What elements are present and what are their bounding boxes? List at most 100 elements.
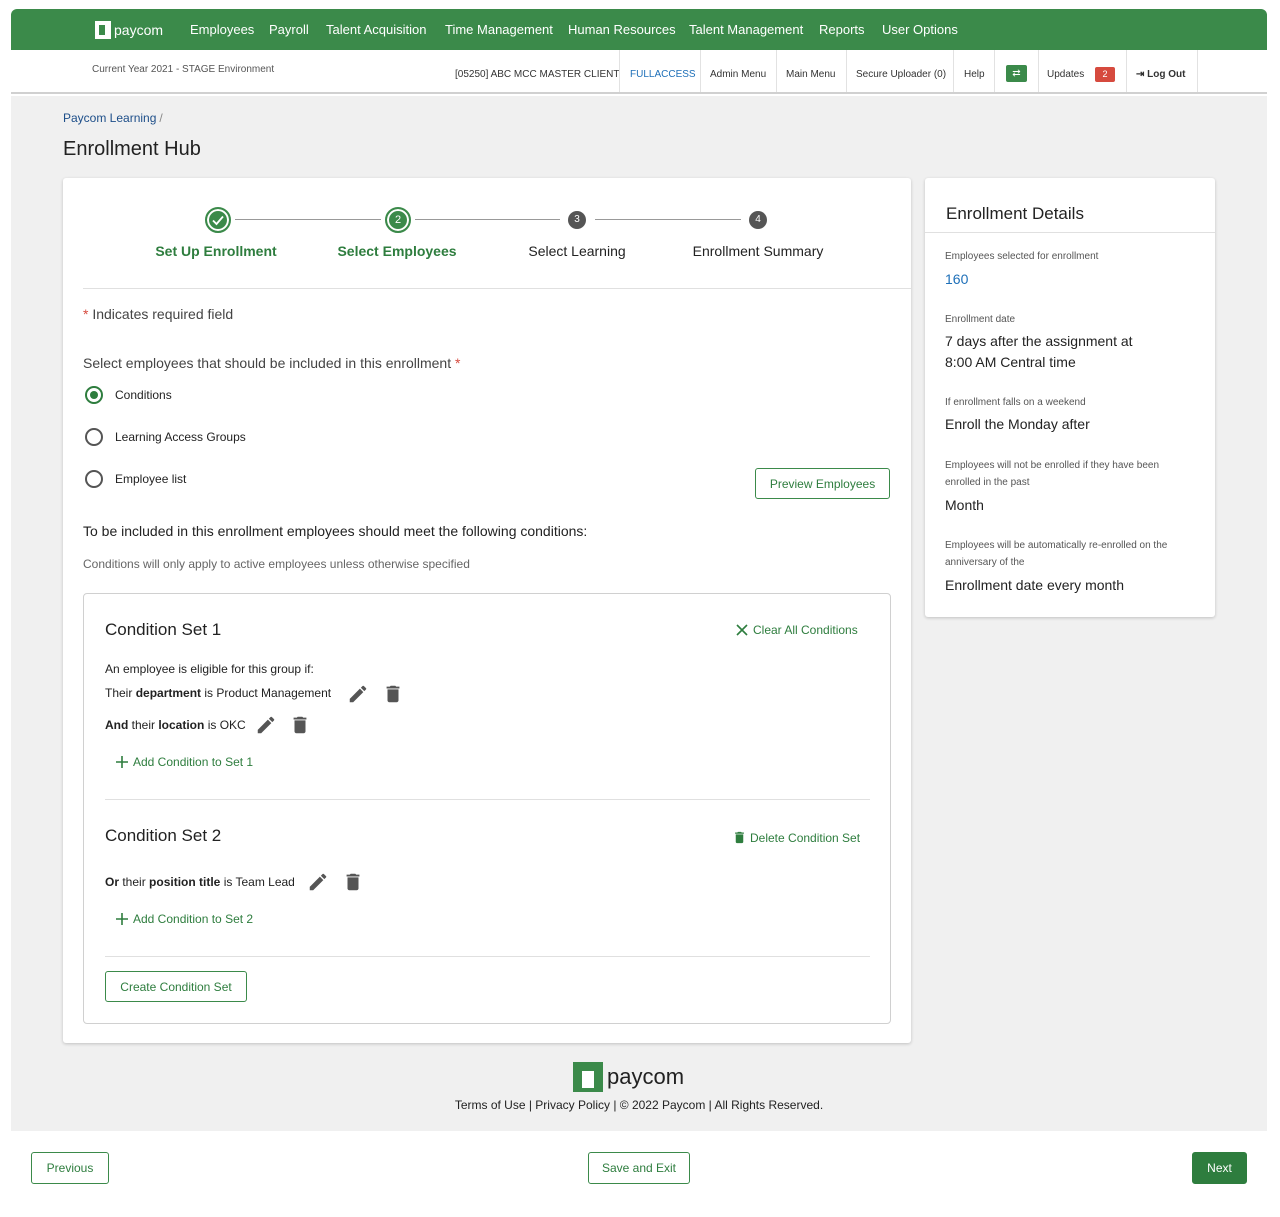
trash-icon[interactable]: [382, 683, 404, 705]
enrollment-details-title: Enrollment Details: [946, 204, 1084, 223]
employees-selected-count[interactable]: 160: [945, 269, 968, 290]
divider: [105, 799, 870, 800]
radio-conditions[interactable]: [85, 386, 103, 404]
paycom-logo-mark-icon: [573, 1062, 603, 1092]
clear-all-conditions-button[interactable]: Clear All Conditions: [735, 623, 858, 637]
reenroll-value: Enrollment date every month: [945, 577, 1124, 593]
required-note: * Indicates required field: [83, 306, 233, 322]
trash-icon: [735, 831, 744, 844]
divider: [776, 50, 777, 92]
radio-conditions-label[interactable]: Conditions: [115, 388, 172, 402]
breadcrumb-separator: /: [159, 111, 163, 125]
nav-human-resources[interactable]: Human Resources: [568, 22, 676, 37]
client-selector[interactable]: [05250] ABC MCC MASTER CLIENT: [455, 69, 620, 80]
weekend-value: Enroll the Monday after: [945, 416, 1090, 432]
breadcrumb-paycom-learning[interactable]: Paycom Learning: [63, 111, 156, 125]
main-content: Paycom Learning / Enrollment Hub 2 3 4 Se…: [11, 96, 1267, 1131]
condition-set-1-intro: An employee is eligible for this group i…: [105, 662, 314, 676]
add-condition-set-1-label: Add Condition to Set 1: [133, 755, 254, 769]
logout-label: Log Out: [1147, 69, 1186, 80]
nav-talent-acquisition[interactable]: Talent Acquisition: [326, 22, 426, 37]
radio-employee-list-label[interactable]: Employee list: [115, 472, 186, 486]
save-and-exit-button[interactable]: Save and Exit: [588, 1152, 690, 1184]
reenroll-label-line2: anniversary of the: [945, 557, 1025, 568]
add-condition-set-1-button[interactable]: Add Condition to Set 1: [115, 755, 253, 769]
conditions-heading: To be included in this enrollment employ…: [83, 523, 588, 539]
condition-lead: And: [105, 718, 129, 732]
past-enrollment-label-line2: enrolled in the past: [945, 477, 1030, 488]
condition-prefix: their: [119, 875, 150, 889]
divider: [925, 232, 1215, 233]
divider: [994, 50, 995, 92]
footer-logo-text: paycom: [607, 1064, 685, 1089]
divider: [846, 50, 847, 92]
condition-field: position title: [149, 875, 221, 889]
trash-icon[interactable]: [289, 714, 311, 736]
trash-icon[interactable]: [342, 871, 364, 893]
access-link[interactable]: FULLACCESS: [630, 69, 696, 80]
step-4-indicator[interactable]: 4: [749, 211, 767, 229]
main-menu-link[interactable]: Main Menu: [786, 69, 835, 80]
condition-value: is Product Management: [201, 686, 332, 700]
create-condition-set-button[interactable]: Create Condition Set: [105, 971, 247, 1002]
step-2-indicator[interactable]: 2: [385, 207, 411, 233]
enrollment-date-label: Enrollment date: [945, 314, 1016, 325]
step-1-label[interactable]: Set Up Enrollment: [155, 243, 276, 259]
radio-employee-list[interactable]: [85, 470, 103, 488]
admin-menu-link[interactable]: Admin Menu: [710, 69, 766, 80]
condition-department: Their department is Product Management: [105, 686, 331, 700]
pencil-icon[interactable]: [255, 714, 277, 736]
secure-uploader-link[interactable]: Secure Uploader (0): [856, 69, 946, 80]
plus-icon: [116, 756, 128, 768]
step-4-label[interactable]: Enrollment Summary: [693, 243, 824, 259]
plus-icon: [116, 913, 128, 925]
divider: [619, 50, 620, 92]
radio-learning-access-groups-label[interactable]: Learning Access Groups: [115, 430, 246, 444]
pencil-icon[interactable]: [307, 871, 329, 893]
logout-icon: ⇥: [1136, 69, 1148, 80]
previous-button[interactable]: Previous: [31, 1152, 109, 1184]
nav-time-management[interactable]: Time Management: [445, 22, 553, 37]
conditions-note: Conditions will only apply to active emp…: [83, 557, 470, 571]
logout-button[interactable]: ⇥ Log Out: [1136, 69, 1186, 80]
divider: [83, 288, 911, 289]
help-link[interactable]: Help: [964, 69, 985, 80]
condition-lead: Or: [105, 875, 120, 889]
step-1-check-icon[interactable]: [205, 207, 231, 233]
nav-employees[interactable]: Employees: [190, 22, 254, 37]
enrollment-details-card: Enrollment Details Employees selected fo…: [925, 178, 1215, 617]
enrollment-date-value-line2: 8:00 AM Central time: [945, 354, 1076, 370]
weekend-label: If enrollment falls on a weekend: [945, 397, 1086, 408]
pencil-icon[interactable]: [347, 683, 369, 705]
updates-link[interactable]: Updates: [1047, 69, 1084, 80]
delete-condition-set-button[interactable]: Delete Condition Set: [732, 829, 860, 846]
nav-payroll[interactable]: Payroll: [269, 22, 309, 37]
divider: [1038, 50, 1039, 92]
nav-reports[interactable]: Reports: [819, 22, 865, 37]
divider: [1126, 50, 1127, 92]
step-3-indicator[interactable]: 3: [568, 211, 586, 229]
page-title: Enrollment Hub: [63, 138, 201, 160]
footer-paycom-logo: paycom: [573, 1062, 684, 1092]
nav-user-options[interactable]: User Options: [882, 22, 958, 37]
footer-links[interactable]: Terms of Use | Privacy Policy | © 2022 P…: [11, 1098, 1267, 1112]
condition-set-1-title: Condition Set 1: [105, 620, 222, 639]
radio-learning-access-groups[interactable]: [85, 428, 103, 446]
stepper-connector: [415, 219, 560, 220]
required-star: *: [83, 306, 89, 322]
paycom-logo[interactable]: paycom: [95, 21, 163, 39]
preview-employees-button[interactable]: Preview Employees: [755, 468, 890, 499]
top-navigation-bar: paycom Employees Payroll Talent Acquisit…: [11, 9, 1267, 50]
condition-prefix: their: [128, 718, 159, 732]
past-enrollment-label-line1: Employees will not be enrolled if they h…: [945, 460, 1160, 471]
step-2-label[interactable]: Select Employees: [337, 243, 456, 259]
condition-sets-container: Condition Set 1 Clear All Conditions An …: [83, 593, 891, 1024]
secondary-toolbar: Current Year 2021 - STAGE Environment [0…: [11, 50, 1267, 94]
chat-swap-icon[interactable]: ⇄: [1006, 65, 1027, 82]
step-3-label[interactable]: Select Learning: [528, 243, 625, 259]
condition-location: And their location is OKC: [105, 718, 246, 732]
next-button[interactable]: Next: [1192, 1152, 1247, 1184]
add-condition-set-2-button[interactable]: Add Condition to Set 2: [115, 912, 253, 926]
divider: [1197, 50, 1198, 92]
nav-talent-management[interactable]: Talent Management: [689, 22, 803, 37]
